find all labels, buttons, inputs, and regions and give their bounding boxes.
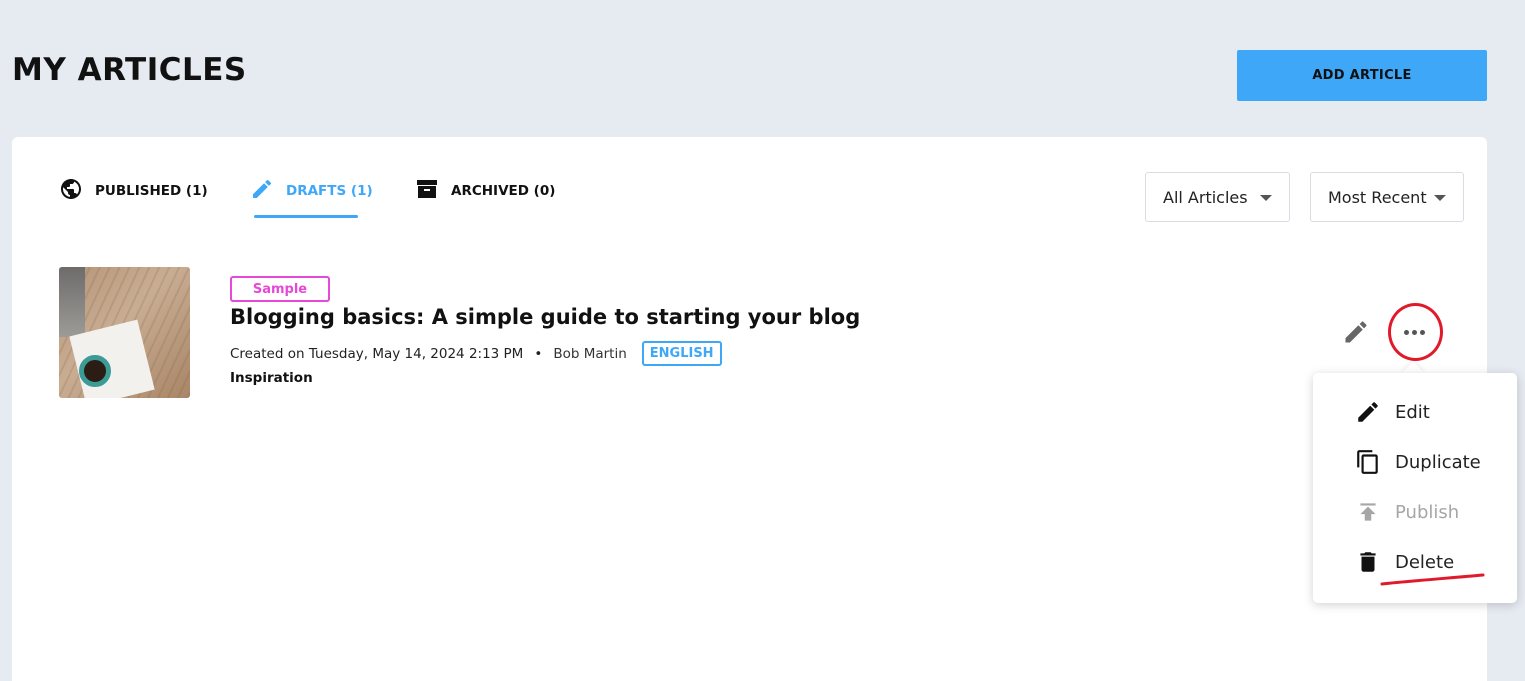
- article-created-date: Created on Tuesday, May 14, 2024 2:13 PM: [230, 345, 524, 362]
- menu-item-duplicate[interactable]: Duplicate: [1355, 447, 1481, 477]
- article-filter-value: All Articles: [1163, 187, 1248, 207]
- edit-pencil-icon[interactable]: [1342, 318, 1370, 346]
- menu-item-delete-label: Delete: [1395, 551, 1455, 573]
- sample-badge: Sample: [230, 276, 330, 302]
- chevron-down-icon: [1260, 195, 1272, 201]
- menu-item-publish-label: Publish: [1395, 501, 1460, 523]
- language-badge: ENGLISH: [641, 341, 722, 366]
- pencil-icon: [253, 179, 272, 198]
- thumbnail-laptop-shape: [59, 267, 85, 337]
- tab-published[interactable]: PUBLISHED (1): [59, 177, 208, 219]
- article-filter-dropdown[interactable]: All Articles: [1145, 172, 1290, 222]
- publish-arrow-icon: [1360, 503, 1376, 521]
- active-tab-indicator: [254, 215, 358, 218]
- article-author: Bob Martin: [553, 345, 627, 362]
- annotation-red-underline: [1380, 573, 1485, 586]
- tab-archived[interactable]: ARCHIVED (0): [415, 177, 555, 219]
- tab-archived-label: ARCHIVED (0): [451, 183, 556, 199]
- menu-item-edit-label: Edit: [1395, 401, 1430, 423]
- menu-item-duplicate-label: Duplicate: [1395, 451, 1481, 473]
- article-actions-menu: Edit Duplicate Publish Delete: [1313, 373, 1517, 603]
- article-thumbnail[interactable]: [59, 267, 190, 398]
- sort-order-dropdown[interactable]: Most Recent: [1310, 172, 1464, 222]
- thumbnail-coffee-cup-shape: [79, 355, 111, 387]
- article-title[interactable]: Blogging basics: A simple guide to start…: [230, 305, 860, 329]
- menu-item-publish[interactable]: Publish: [1355, 497, 1459, 527]
- tab-drafts[interactable]: DRAFTS (1): [250, 177, 373, 219]
- copy-icon: [1357, 450, 1378, 474]
- trash-icon: [1360, 552, 1376, 572]
- chevron-down-icon: [1434, 195, 1446, 201]
- globe-icon: [61, 179, 81, 199]
- tab-drafts-label: DRAFTS (1): [286, 183, 373, 199]
- page-title: MY ARTICLES: [12, 52, 247, 88]
- pencil-icon: [1358, 402, 1378, 422]
- article-category: Inspiration: [230, 370, 313, 386]
- add-article-button[interactable]: ADD ARTICLE: [1237, 50, 1487, 101]
- article-meta: Created on Tuesday, May 14, 2024 2:13 PM…: [230, 341, 722, 366]
- menu-item-edit[interactable]: Edit: [1355, 397, 1430, 427]
- sort-order-value: Most Recent: [1328, 187, 1427, 207]
- archive-box-icon: [417, 180, 437, 198]
- meta-separator: •: [534, 345, 543, 362]
- annotation-red-circle: [1388, 303, 1443, 361]
- articles-panel: PUBLISHED (1) DRAFTS (1) ARCHIVED (0) Al…: [12, 137, 1487, 681]
- tab-published-label: PUBLISHED (1): [95, 183, 208, 199]
